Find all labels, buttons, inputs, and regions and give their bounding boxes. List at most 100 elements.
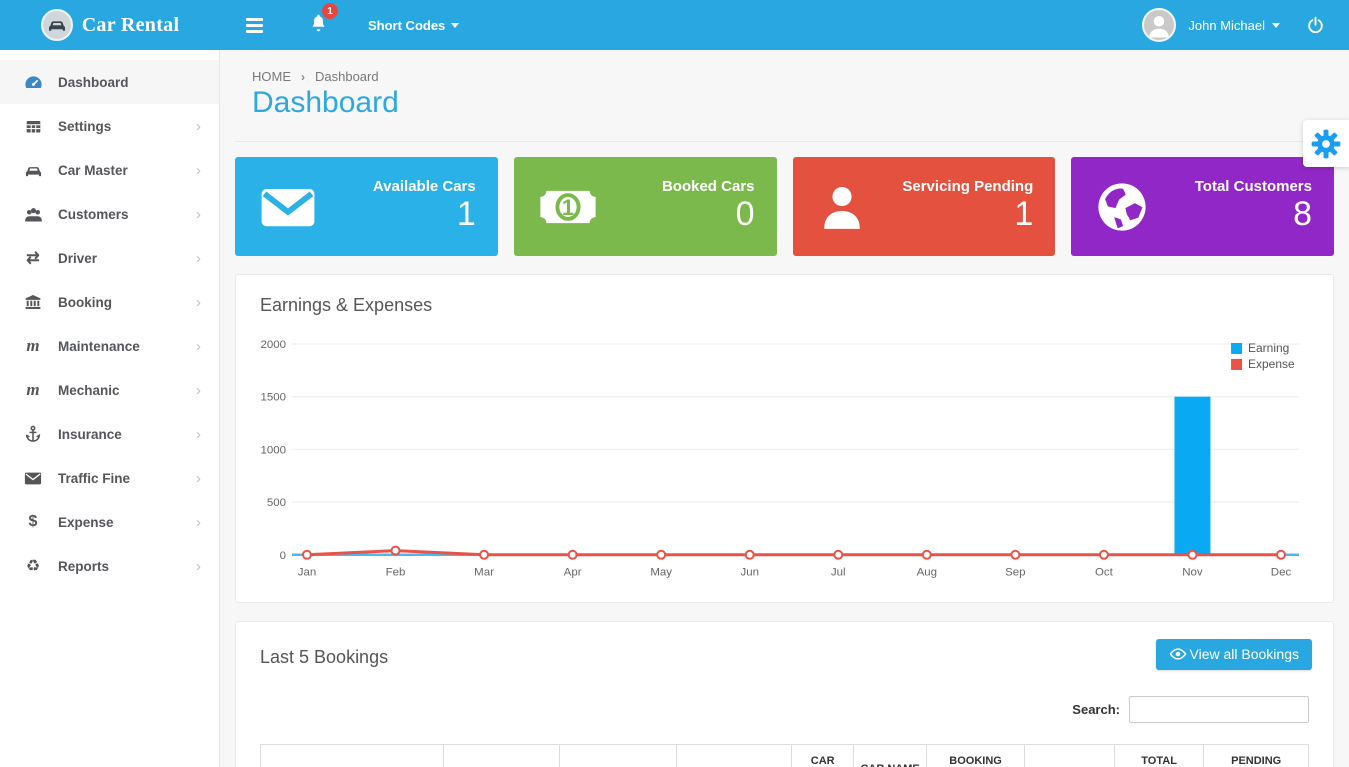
- last-bookings-panel: Last 5 Bookings View all Bookings Search…: [235, 621, 1334, 767]
- chevron-down-icon: [451, 23, 459, 28]
- stat-card-label: Total Customers: [1195, 178, 1312, 195]
- table-search: Search:: [260, 696, 1309, 723]
- svg-text:Jan: Jan: [298, 567, 317, 579]
- maxcdn-icon: m: [22, 336, 44, 356]
- svg-text:May: May: [650, 567, 672, 579]
- chevron-down-icon: [1272, 23, 1280, 28]
- breadcrumb: HOME › Dashboard: [252, 69, 1317, 84]
- envelope-icon: [22, 471, 44, 486]
- sidebar-item-label: Car Master: [58, 163, 128, 178]
- page-title: Dashboard: [252, 86, 1317, 120]
- column-header-booking-till[interactable]: Booking Till: [677, 744, 792, 767]
- sidebar-item-reports[interactable]: ♻ Reports ›: [0, 544, 219, 588]
- chevron-right-icon: ›: [196, 163, 201, 178]
- column-header-booking-from[interactable]: Booking From: [559, 744, 677, 767]
- user-menu[interactable]: John Michael: [1188, 18, 1280, 33]
- sidebar-item-maintenance[interactable]: mMaintenance›: [0, 324, 219, 368]
- stat-cards-row: Available Cars11Booked Cars0Servicing Pe…: [235, 157, 1334, 256]
- stat-card-available-cars: Available Cars1: [235, 157, 498, 256]
- column-header-customer-name[interactable]: Customer Name: [261, 744, 444, 767]
- column-header-booking-status[interactable]: Booking Status: [926, 744, 1025, 767]
- sidebar-item-driver[interactable]: ⇄Driver›: [0, 236, 219, 280]
- bookings-table: Customer NameBooked OnBooking FromBookin…: [260, 744, 1309, 767]
- svg-text:1: 1: [562, 194, 574, 219]
- power-button[interactable]: [1306, 16, 1325, 35]
- stat-card-total-customers: Total Customers8: [1071, 157, 1334, 256]
- search-label: Search:: [1072, 702, 1120, 717]
- svg-text:Mar: Mar: [474, 567, 494, 579]
- stat-card-label: Available Cars: [373, 178, 476, 195]
- bell-icon: [309, 20, 328, 37]
- column-header-car-name[interactable]: Car Name: [854, 744, 926, 767]
- power-icon: [1306, 16, 1325, 35]
- exchange-icon: ⇄: [22, 248, 44, 268]
- chevron-right-icon: ›: [196, 119, 201, 134]
- column-header-car-type[interactable]: Car Type: [792, 744, 854, 767]
- column-header-booked-on[interactable]: Booked On: [444, 744, 560, 767]
- column-label: Booking Status: [932, 754, 1020, 767]
- svg-text:Sep: Sep: [1005, 567, 1025, 579]
- svg-text:Dec: Dec: [1271, 567, 1292, 579]
- column-header-total-charges[interactable]: Total Charges: [1114, 744, 1204, 767]
- maxcdn-icon: m: [22, 380, 44, 400]
- users-icon: [22, 206, 44, 223]
- breadcrumb-separator-icon: ›: [301, 70, 305, 84]
- topbar-left: 1 Short Codes: [242, 12, 459, 38]
- stat-card-label: Servicing Pending: [902, 178, 1033, 195]
- short-codes-dropdown[interactable]: Short Codes: [368, 18, 459, 33]
- avatar[interactable]: [1142, 8, 1176, 42]
- chevron-right-icon: ›: [196, 339, 201, 354]
- globe-icon: [1095, 180, 1157, 234]
- eye-icon: [1169, 646, 1187, 662]
- settings-gear-button[interactable]: [1303, 120, 1349, 167]
- view-all-bookings-button[interactable]: View all Bookings: [1156, 639, 1312, 670]
- hamburger-menu-icon[interactable]: [242, 14, 267, 37]
- sidebar-item-label: Reports: [58, 559, 109, 574]
- sidebar: DashboardSettings›Car Master›Customers›⇄…: [0, 50, 220, 767]
- sidebar-item-dashboard[interactable]: Dashboard: [0, 60, 219, 104]
- sidebar-item-traffic-fine[interactable]: Traffic Fine›: [0, 456, 219, 500]
- gear-icon: [1311, 129, 1341, 159]
- chevron-right-icon: ›: [196, 207, 201, 222]
- stat-card-booked-cars: 1Booked Cars0: [514, 157, 777, 256]
- svg-text:Nov: Nov: [1182, 567, 1203, 579]
- chevron-right-icon: ›: [196, 515, 201, 530]
- search-input[interactable]: [1129, 696, 1309, 723]
- notification-badge: 1: [322, 3, 338, 19]
- sidebar-item-insurance[interactable]: Insurance›: [0, 412, 219, 456]
- brand-title: Car Rental: [82, 14, 180, 37]
- user-name-label: John Michael: [1188, 18, 1265, 33]
- svg-text:Feb: Feb: [386, 567, 406, 579]
- stat-card-value: 8: [1195, 195, 1312, 234]
- bookings-title: Last 5 Bookings: [260, 647, 1309, 668]
- svg-text:1500: 1500: [260, 392, 286, 404]
- recycle-icon: ♻: [22, 556, 44, 576]
- column-label: Car Type: [797, 754, 848, 767]
- svg-text:Oct: Oct: [1095, 567, 1114, 579]
- sidebar-item-customers[interactable]: Customers›: [0, 192, 219, 236]
- chevron-right-icon: ›: [196, 559, 201, 574]
- tachometer-icon: [22, 73, 44, 92]
- sidebar-item-car-master[interactable]: Car Master ›: [0, 148, 219, 192]
- sidebar-item-mechanic[interactable]: mMechanic›: [0, 368, 219, 412]
- sidebar-item-booking[interactable]: Booking›: [0, 280, 219, 324]
- notifications-button[interactable]: 1: [309, 12, 328, 38]
- sidebar-item-expense[interactable]: $Expense›: [0, 500, 219, 544]
- sidebar-item-label: Mechanic: [58, 383, 120, 398]
- column-header-pending-charges[interactable]: Pending Charges: [1204, 744, 1309, 767]
- svg-text:1000: 1000: [260, 444, 286, 456]
- stat-card-value: 0: [662, 195, 755, 234]
- sidebar-item-label: Insurance: [58, 427, 122, 442]
- anchor-icon: [22, 425, 44, 443]
- brand[interactable]: Car Rental: [0, 9, 220, 41]
- sidebar-item-label: Traffic Fine: [58, 471, 130, 486]
- svg-text:Earning: Earning: [1248, 341, 1289, 355]
- envelope-icon: [259, 183, 321, 231]
- topbar-right: John Michael: [1142, 8, 1349, 42]
- svg-text:Aug: Aug: [917, 567, 937, 579]
- chevron-right-icon: ›: [196, 251, 201, 266]
- car-logo-icon: [41, 9, 73, 41]
- sidebar-item-settings[interactable]: Settings›: [0, 104, 219, 148]
- column-header-remark[interactable]: Remark: [1025, 744, 1115, 767]
- breadcrumb-home-link[interactable]: HOME: [252, 69, 291, 84]
